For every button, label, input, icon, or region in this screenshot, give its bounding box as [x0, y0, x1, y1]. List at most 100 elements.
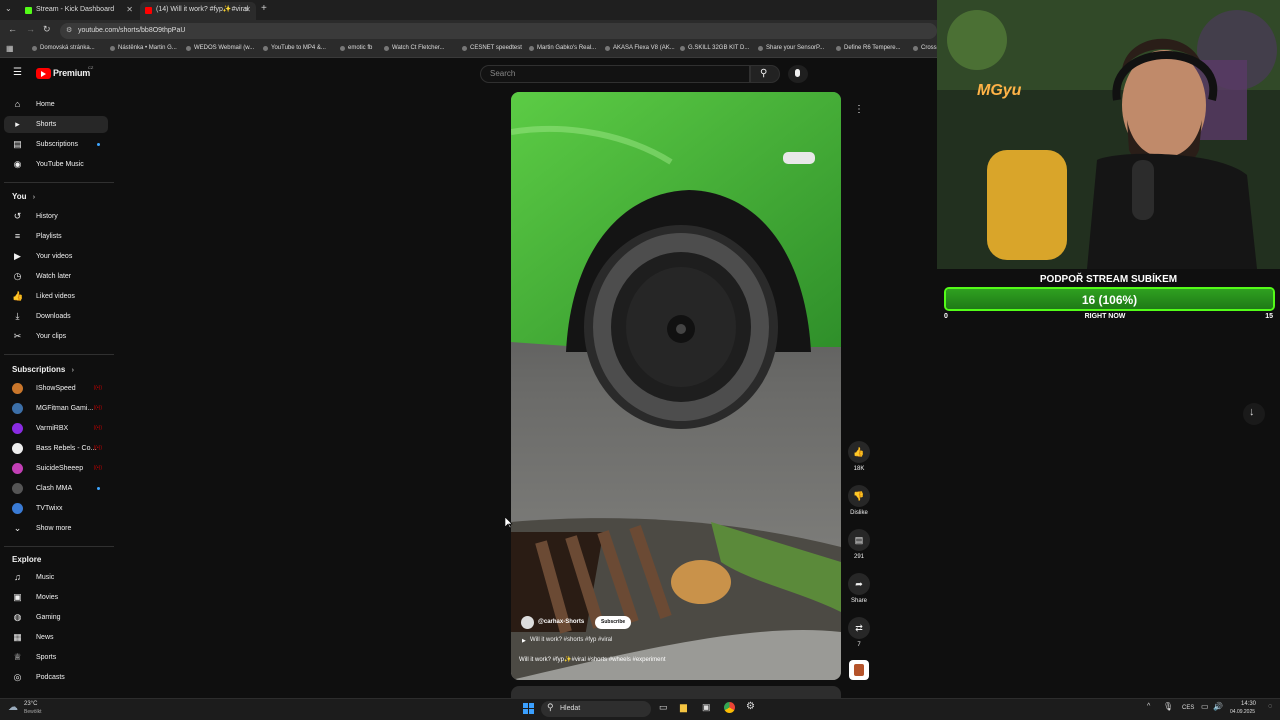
more-options-icon[interactable]: ⋮ [854, 104, 864, 115]
remix-icon[interactable]: ⇄ [848, 617, 870, 639]
bookmark-item[interactable]: Domovská stránka... [32, 45, 95, 51]
short-playlist-link[interactable]: Will it work? #shorts #fyp #viral [530, 637, 612, 643]
site-info-icon[interactable]: ⚙ [66, 23, 72, 39]
sidebar-item-podcasts[interactable]: ◎ Podcasts [4, 669, 108, 686]
bookmark-item[interactable]: CESNET speedtest [462, 45, 522, 51]
sidebar-item-sports[interactable]: ♕ Sports [4, 649, 108, 666]
voice-search-button[interactable] [788, 65, 808, 83]
bookmark-item[interactable]: emotic fb [340, 45, 372, 51]
sidebar-item-subscription[interactable]: IShowSpeed ((•)) [4, 380, 108, 397]
file-explorer-icon[interactable]: ▆ [680, 702, 687, 713]
apps-icon[interactable]: ▦ [6, 44, 14, 53]
task-view-icon[interactable]: ▭ [659, 702, 668, 713]
comment-icon[interactable]: ▤ [848, 529, 870, 551]
tab-kick-dashboard[interactable]: Stream - Kick Dashboard ✕ [20, 2, 138, 20]
sidebar-item-youtube-music[interactable]: ◉ YouTube Music [4, 156, 108, 173]
clock-date[interactable]: 04.09.2025 [1230, 709, 1255, 715]
channel-handle[interactable]: @carhax-Shorts [538, 619, 584, 625]
share-icon[interactable]: ➦ [848, 573, 870, 595]
bookmark-item[interactable]: Nástěnka • Martin G... [110, 45, 177, 51]
search-box[interactable]: Search [480, 65, 750, 83]
bookmark-item[interactable]: Martin Gabko's Real... [529, 45, 596, 51]
sound-thumbnail[interactable] [849, 660, 869, 680]
back-icon[interactable]: ← [8, 24, 17, 34]
weather-icon[interactable]: ☁ [8, 702, 18, 713]
settings-icon[interactable]: ⚙ [746, 701, 755, 712]
sidebar-item-music[interactable]: ♫ Music [4, 569, 108, 586]
network-icon[interactable]: ▭ [1201, 702, 1209, 711]
hamburger-menu-icon[interactable]: ☰ [13, 67, 22, 78]
sidebar-item-your-videos[interactable]: ▶ Your videos [4, 248, 108, 265]
close-icon[interactable]: ✕ [244, 2, 251, 18]
channel-avatar[interactable] [521, 616, 534, 629]
thumbs-down-icon[interactable]: 👎 [848, 485, 870, 507]
chrome-icon[interactable] [724, 702, 735, 713]
thumbs-up-icon[interactable]: 👍 [848, 441, 870, 463]
section-you-heading[interactable]: You › [12, 192, 35, 201]
sidebar-item-watch-later[interactable]: ◷ Watch later [4, 268, 108, 285]
shorts-video-player[interactable]: @carhax-Shorts Subscribe ▶ Will it work?… [511, 92, 841, 680]
sidebar-item-subscription[interactable]: SuicideSheeep ((•)) [4, 460, 108, 477]
sidebar-item-your-clips[interactable]: ✂ Your clips [4, 328, 108, 345]
live-indicator-icon: ((•)) [93, 385, 102, 391]
taskbar-search[interactable]: ⚲ Hledat [541, 701, 651, 717]
sidebar-item-shorts[interactable]: ▸ Shorts [4, 116, 108, 133]
bookmark-item[interactable]: Share your SensorP... [758, 45, 824, 51]
sidebar-item-subscription[interactable]: TVTwixx [4, 500, 108, 517]
bookmark-item[interactable]: YouTube to MP4 &... [263, 45, 326, 51]
notifications-icon[interactable]: ◌ [1268, 703, 1272, 710]
address-bar: ← → ↻ ⚙ youtube.com/shorts/bb8O9thpPaU [0, 20, 937, 42]
clock-time[interactable]: 14:30 [1241, 701, 1256, 707]
search-input[interactable]: Search [490, 69, 515, 78]
sidebar-item-home[interactable]: ⌂ Home [4, 96, 108, 113]
bookmark-item[interactable]: Define R6 Tempere... [836, 45, 901, 51]
like-action[interactable]: 👍 18K [847, 441, 871, 472]
sidebar-show-more[interactable]: ⌄ Show more [4, 520, 108, 537]
sidebar-item-news[interactable]: ▦ News [4, 629, 108, 646]
sidebar-item-movies[interactable]: ▣ Movies [4, 589, 108, 606]
sidebar-item-liked-videos[interactable]: 👍 Liked videos [4, 288, 108, 305]
share-action[interactable]: ➦ Share [847, 573, 871, 604]
dislike-action[interactable]: 👎 Dislike [847, 485, 871, 516]
sidebar-item-history[interactable]: ↺ History [4, 208, 108, 225]
sidebar-item-subscriptions[interactable]: ▤ Subscriptions [4, 136, 108, 153]
tab-search-icon[interactable]: ⌄ [5, 4, 12, 13]
tab-label: (14) Will it work? #fyp✨#viral [156, 6, 249, 13]
microphone-tray-icon[interactable]: 🎙 [1163, 702, 1173, 711]
sidebar-item-downloads[interactable]: ⤓ Downloads [4, 308, 108, 325]
comments-action[interactable]: ▤ 291 [847, 529, 871, 560]
tab-youtube-short[interactable]: (14) Will it work? #fyp✨#viral ✕ [140, 2, 256, 20]
search-button[interactable]: ⚲ [750, 65, 780, 83]
volume-icon[interactable]: 🔊 [1213, 702, 1223, 711]
language-indicator[interactable]: CES [1182, 705, 1194, 711]
url-field[interactable]: ⚙ youtube.com/shorts/bb8O9thpPaU [60, 23, 937, 39]
new-tab-icon[interactable]: + [261, 3, 267, 14]
new-content-dot [97, 487, 100, 490]
close-icon[interactable]: ✕ [126, 2, 133, 18]
next-short-preview [511, 686, 841, 698]
logo-text: Premium [53, 68, 91, 78]
start-button[interactable] [523, 703, 535, 715]
tray-chevron-up-icon[interactable]: ^ [1147, 703, 1150, 710]
store-icon[interactable]: ▣ [702, 702, 711, 713]
playlists-icon: ≡ [14, 231, 21, 241]
sidebar-item-subscription[interactable]: MGFitman Gami... ((•)) [4, 400, 108, 417]
sidebar-item-playlists[interactable]: ≡ Playlists [4, 228, 108, 245]
bookmark-item[interactable]: G.SKILL 32GB KIT D... [680, 45, 749, 51]
section-subscriptions-heading[interactable]: Subscriptions › [12, 365, 74, 374]
scroll-down-button[interactable]: ↓ [1243, 403, 1265, 425]
sidebar-item-subscription[interactable]: Clash MMA [4, 480, 108, 497]
sidebar-item-subscription[interactable]: VarmiRBX ((•)) [4, 420, 108, 437]
bookmark-item[interactable]: AKASA Flexa V8 (AK... [605, 45, 675, 51]
reload-icon[interactable]: ↻ [43, 24, 51, 35]
subscribe-button[interactable]: Subscribe [595, 616, 632, 629]
bookmark-item[interactable]: WEDOS Webmail (w... [186, 45, 254, 51]
bookmark-item[interactable]: Crossi [913, 45, 938, 51]
sidebar-item-gaming[interactable]: ◍ Gaming [4, 609, 108, 626]
playlist-play-icon: ▶ [522, 638, 526, 644]
bookmark-item[interactable]: Watch Ct Fletcher... [384, 45, 444, 51]
remix-action[interactable]: ⇄ 7 [847, 617, 871, 648]
sidebar-item-label: News [36, 634, 54, 641]
sidebar-item-subscription[interactable]: Bass Rebels - Co... ((•)) [4, 440, 108, 457]
forward-icon[interactable]: → [26, 24, 35, 34]
